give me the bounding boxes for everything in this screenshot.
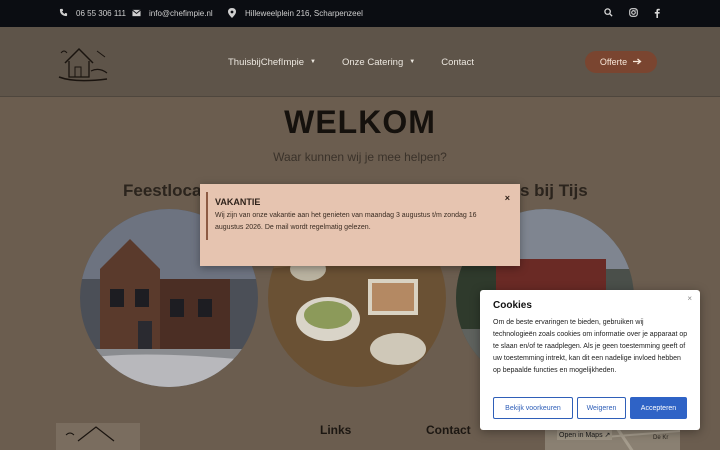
main-nav: ThuisbijChefImpie ▼ Onze Catering ▼ Cont…	[228, 27, 474, 97]
nav-label[interactable]: Onze Catering	[342, 57, 403, 68]
cookie-title: Cookies	[493, 300, 532, 311]
caret-down-icon[interactable]: ▼	[409, 59, 415, 65]
external-link-icon: ↗	[604, 432, 611, 439]
map-street-label: De Kr	[653, 435, 669, 441]
accept-button[interactable]: Accepteren	[630, 397, 687, 419]
phone-icon	[58, 8, 68, 19]
open-in-maps-link[interactable]: Open in Maps ↗	[557, 430, 613, 440]
notice-accent-bar	[206, 192, 208, 240]
arrow-right-icon	[633, 57, 642, 67]
section-title-right: s bij Tijs	[520, 181, 588, 200]
envelope-icon	[131, 9, 141, 19]
close-icon[interactable]: ×	[687, 294, 692, 303]
section-title-left: Feestloca	[123, 181, 202, 200]
notice-title: VAKANTIE	[215, 197, 261, 207]
footer-logo[interactable]	[56, 423, 140, 450]
site-logo[interactable]	[55, 41, 111, 85]
nav-label[interactable]: Contact	[441, 57, 474, 68]
instagram-icon[interactable]	[629, 8, 638, 19]
address: Hilleweelplein 216, Scharpenzeel	[245, 9, 363, 18]
phone-contact[interactable]: 06 55 306 111	[58, 0, 126, 27]
nav-item-thuisbijchefimpie[interactable]: ThuisbijChefImpie ▼	[228, 57, 316, 68]
nav-item-contact[interactable]: Contact	[441, 57, 474, 68]
nav-label[interactable]: ThuisbijChefImpie	[228, 57, 304, 68]
vacation-notice-popup: VAKANTIE Wij zijn van onze vakantie aan …	[200, 184, 520, 266]
deny-button[interactable]: Weigeren	[577, 397, 626, 419]
page-title: WELKOM	[284, 104, 436, 140]
email-contact[interactable]: info@chefimpie.nl	[131, 0, 213, 27]
caret-down-icon[interactable]: ▼	[310, 59, 316, 65]
notice-text: Wij zijn van onze vakantie aan het genie…	[215, 212, 477, 231]
view-preferences-button[interactable]: Bekijk voorkeuren	[493, 397, 573, 419]
address-contact: Hilleweelplein 216, Scharpenzeel	[227, 0, 363, 27]
phone-number[interactable]: 06 55 306 111	[76, 9, 126, 18]
footer-contact-heading: Contact	[426, 423, 471, 437]
page-subtitle: Waar kunnen wij je mee helpen?	[273, 150, 447, 164]
search-icon[interactable]	[604, 8, 613, 19]
facebook-icon[interactable]	[654, 8, 660, 20]
site-header: ThuisbijChefImpie ▼ Onze Catering ▼ Cont…	[0, 27, 720, 97]
cookie-text: Om de beste ervaringen te bieden, gebrui…	[493, 319, 688, 374]
close-icon[interactable]: ×	[505, 193, 510, 203]
topbar-actions	[604, 0, 660, 27]
cookie-consent-banner: Cookies × Om de beste ervaringen te bied…	[480, 290, 700, 430]
nav-item-onze-catering[interactable]: Onze Catering ▼	[342, 57, 415, 68]
offerte-button[interactable]: Offerte	[585, 51, 657, 73]
map-pin-icon	[227, 7, 237, 20]
email-address[interactable]: info@chefimpie.nl	[149, 9, 213, 18]
offerte-label[interactable]: Offerte	[600, 57, 627, 67]
footer-links-heading: Links	[320, 423, 352, 437]
open-in-maps-label[interactable]: Open in Maps	[559, 432, 603, 439]
top-bar: 06 55 306 111 info@chefimpie.nl Hillewee…	[0, 0, 720, 27]
